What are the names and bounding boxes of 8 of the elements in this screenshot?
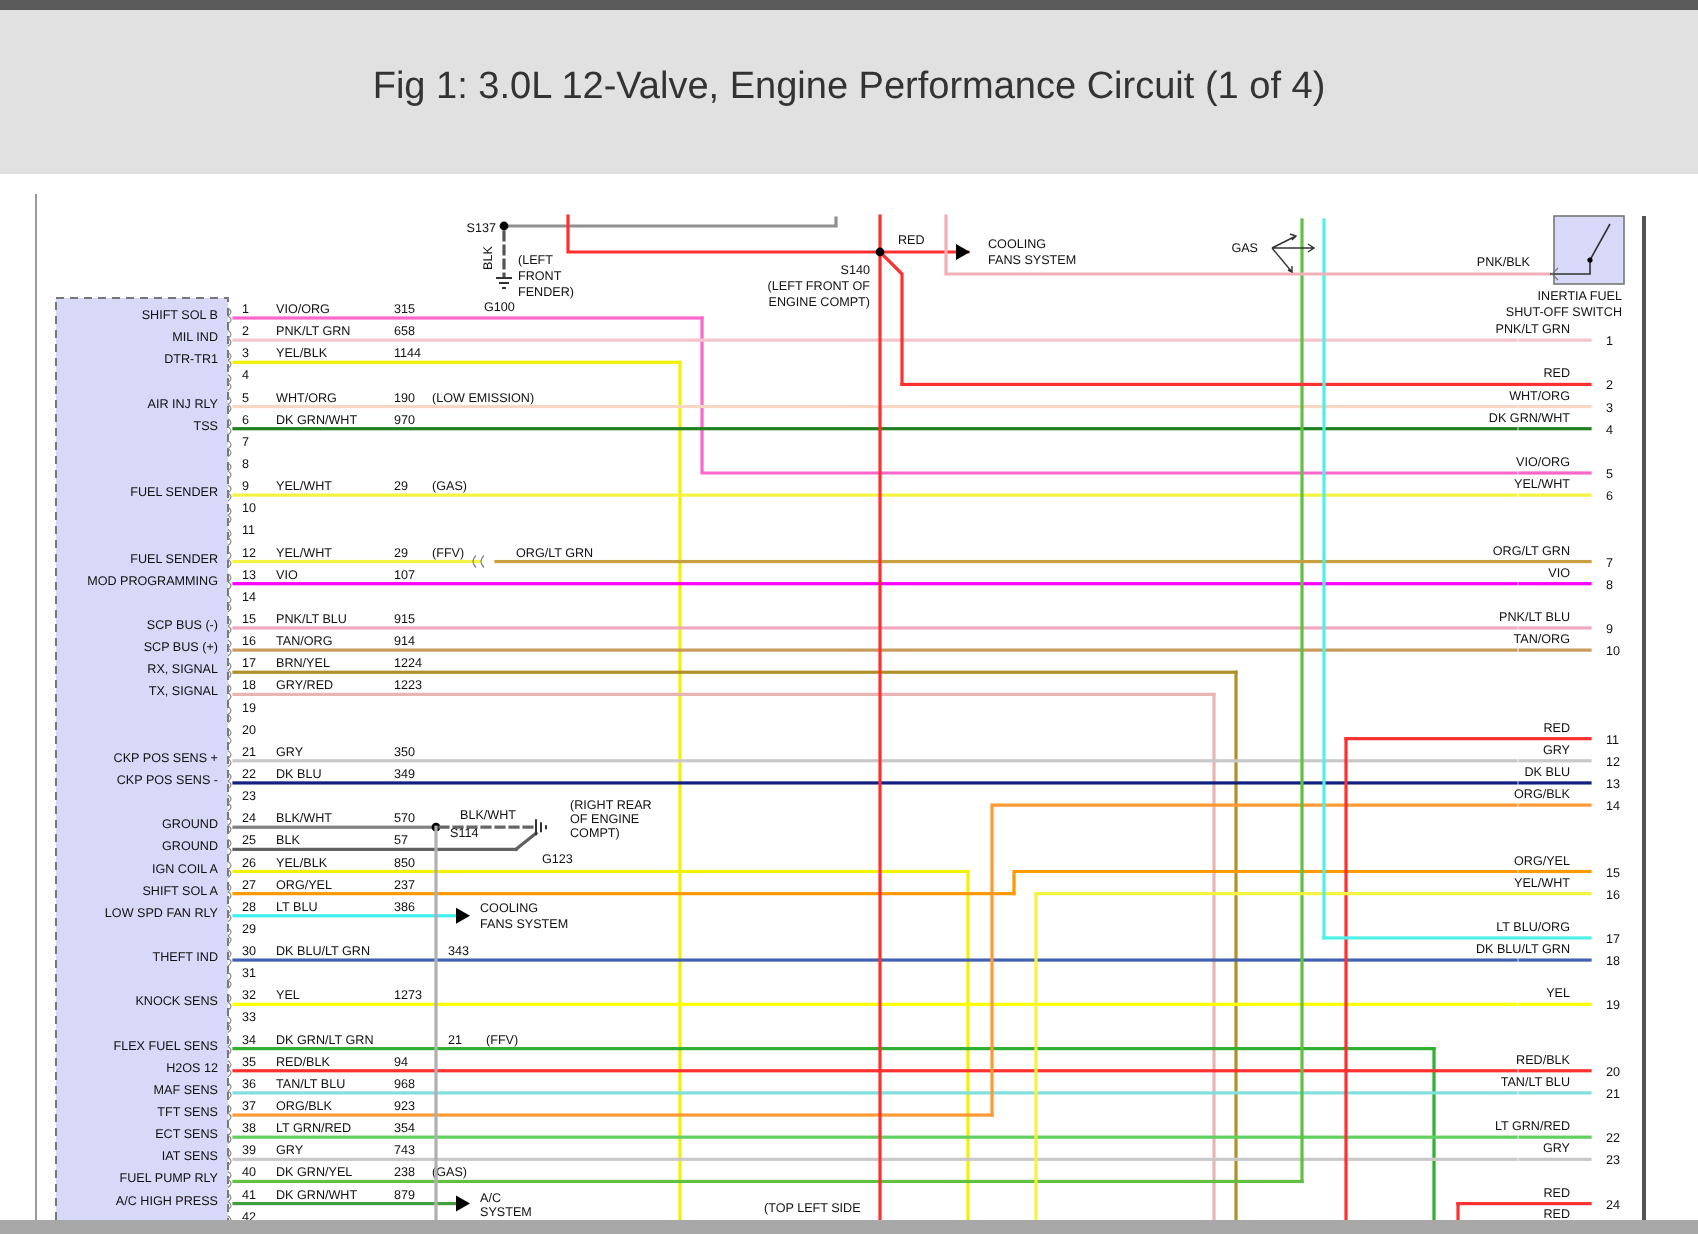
inertia-switch-drawing	[1549, 215, 1625, 285]
connector-icon	[472, 554, 485, 569]
ground-icon	[495, 277, 513, 289]
splice-dot	[499, 221, 509, 231]
splice-dot	[875, 247, 885, 257]
figure-title: Fig 1: 3.0L 12-Valve, Engine Performance Circuit (1 of 4)	[372, 63, 1326, 112]
ground-icon	[535, 818, 547, 837]
gas-arrows-icon	[1271, 233, 1316, 274]
